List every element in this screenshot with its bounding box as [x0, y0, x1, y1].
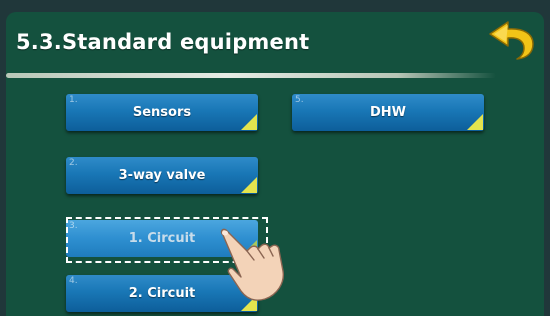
tile-label: 1. Circuit	[128, 231, 196, 246]
menu-tile-2-circuit[interactable]: 4. 2. Circuit	[66, 275, 258, 312]
back-arrow-icon	[489, 21, 534, 60]
corner-marker	[241, 240, 257, 256]
tile-label: DHW	[369, 105, 406, 120]
page-title: 5.3.Standard equipment	[16, 30, 310, 54]
corner-marker	[241, 114, 257, 130]
corner-marker	[467, 114, 483, 130]
menu-tile-3-way-valve[interactable]: 2. 3-way valve	[66, 157, 258, 194]
tile-label: 2. Circuit	[128, 286, 196, 301]
corner-marker	[241, 177, 257, 193]
title-underline	[6, 73, 496, 78]
menu-tile-dhw[interactable]: 5. DHW	[292, 94, 484, 131]
tile-label: 3-way valve	[118, 168, 206, 183]
back-button[interactable]	[486, 16, 536, 64]
corner-marker	[241, 295, 257, 311]
tile-label: Sensors	[132, 105, 192, 120]
menu-panel: 5.3.Standard equipment 1. Sensors 2. 3-w…	[6, 12, 544, 316]
screen: 5.3.Standard equipment 1. Sensors 2. 3-w…	[0, 0, 550, 316]
menu-tile-sensors[interactable]: 1. Sensors	[66, 94, 258, 131]
menu-tile-1-circuit[interactable]: 3. 1. Circuit	[66, 220, 258, 257]
